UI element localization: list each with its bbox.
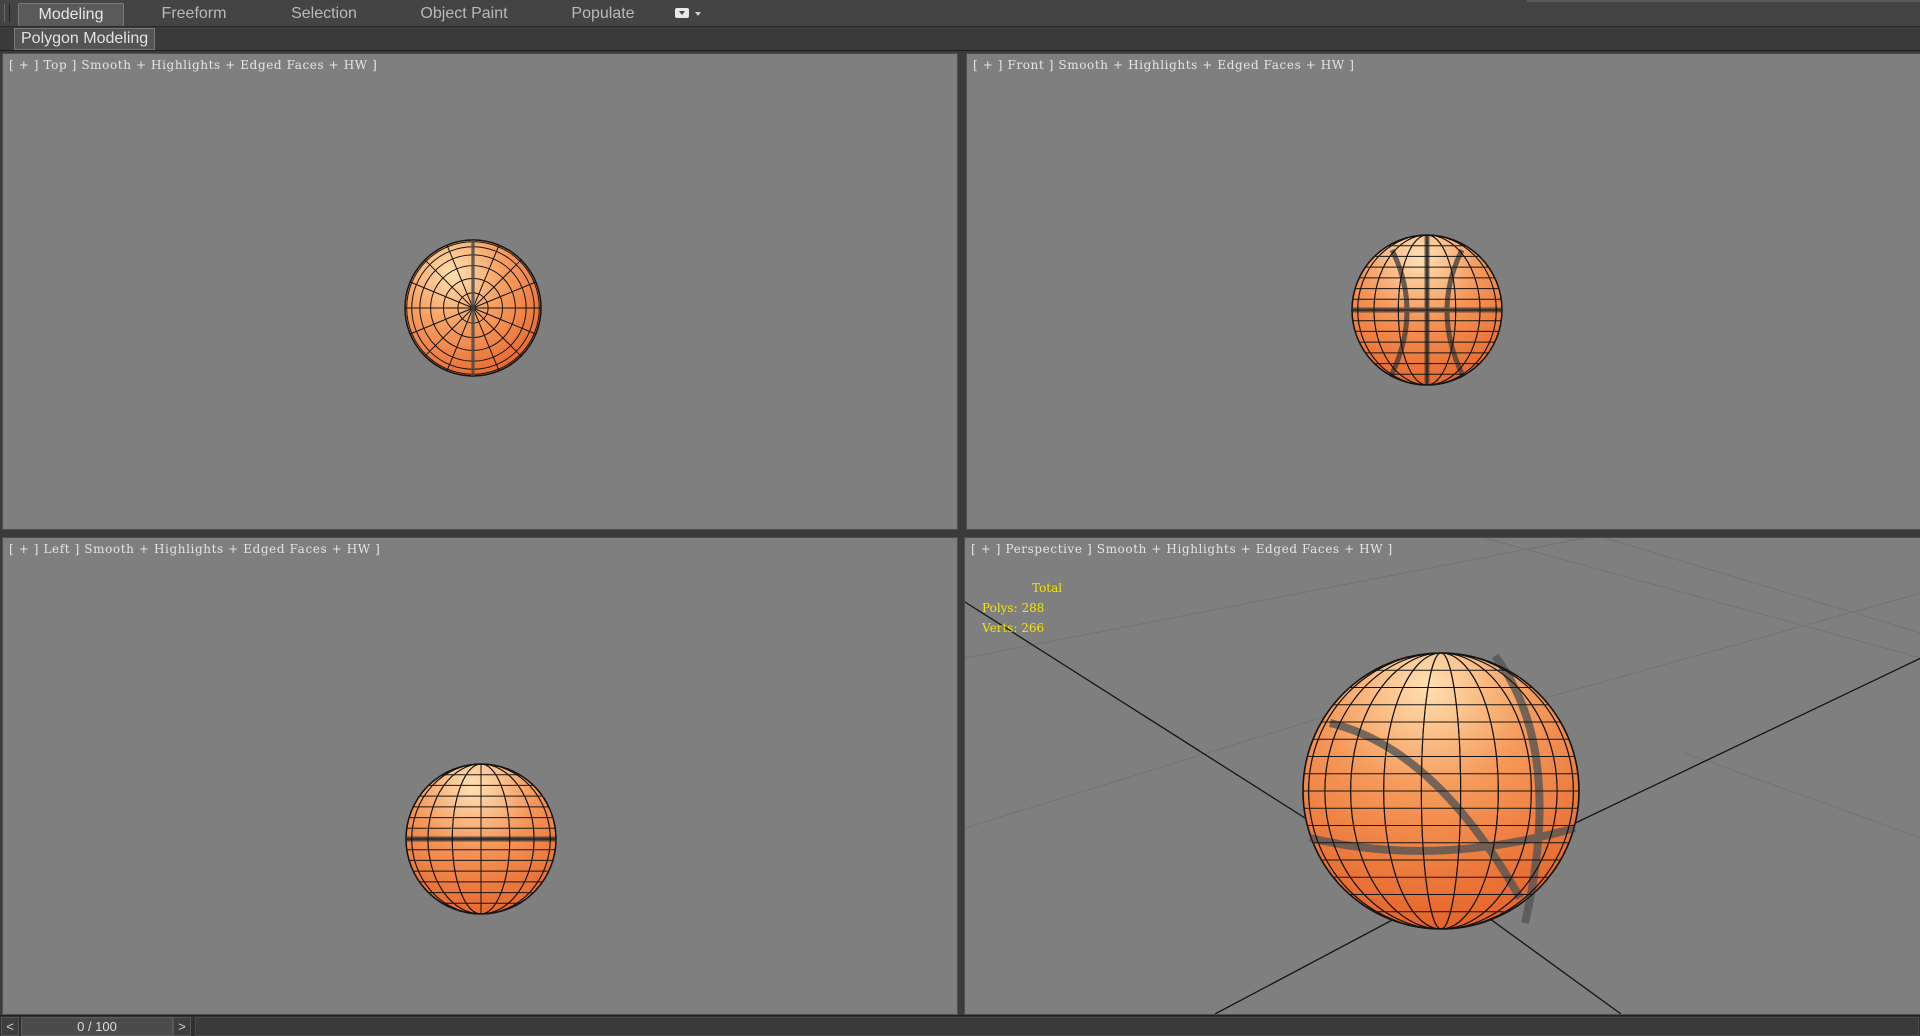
viewport-canvas-front (1351, 234, 1503, 386)
prev-frame-button[interactable]: < (1, 1017, 19, 1036)
tab-freeform[interactable]: Freeform (150, 3, 238, 25)
scene-statistics: Total Polys: 288 Verts: 266 (982, 578, 1062, 638)
tab-object-paint[interactable]: Object Paint (413, 3, 515, 25)
time-slider[interactable]: 0 / 100 (21, 1017, 173, 1036)
frame-counter: 0 / 100 (77, 1019, 117, 1034)
stats-total-label: Total (1032, 581, 1063, 595)
tab-populate[interactable]: Populate (563, 3, 643, 25)
ribbon-panel: Polygon Modeling (0, 27, 1920, 51)
viewport-perspective[interactable]: [ + ] Perspective ] Smooth + Highlights … (964, 537, 1920, 1015)
ribbon-grip-handle[interactable] (4, 4, 10, 22)
time-slider-bar: < 0 / 100 > (0, 1015, 1920, 1036)
wireframe (405, 240, 541, 376)
basketball-left[interactable] (405, 763, 557, 915)
ribbon-divider (1527, 0, 1920, 2)
dropdown-icon (675, 8, 689, 18)
tab-selection[interactable]: Selection (281, 3, 367, 25)
viewport-top[interactable]: [ + ] Top ] Smooth + Highlights + Edged … (2, 53, 958, 530)
tab-modeling[interactable]: Modeling (18, 3, 124, 26)
chevron-down-icon (695, 12, 701, 16)
viewport-left[interactable]: [ + ] Left ] Smooth + Highlights + Edged… (2, 537, 958, 1015)
next-frame-button[interactable]: > (173, 1017, 191, 1036)
viewport-canvas-top (404, 239, 542, 377)
basketball-top[interactable] (404, 239, 542, 377)
viewport-label-perspective[interactable]: [ + ] Perspective ] Smooth + Highlights … (971, 542, 1393, 556)
viewport-canvas-perspective (965, 538, 1920, 1014)
panel-polygon-modeling[interactable]: Polygon Modeling (14, 28, 156, 50)
viewport-front[interactable]: [ + ] Front ] Smooth + Highlights + Edge… (966, 53, 1920, 530)
ribbon-tab-bar: Modeling Freeform Selection Object Paint… (0, 0, 1920, 27)
timeline-track[interactable] (195, 1017, 1919, 1036)
basketball-perspective[interactable] (1302, 652, 1580, 930)
viewport-canvas-left (405, 763, 557, 915)
basketball-front[interactable] (1351, 234, 1503, 386)
ribbon-options-dropdown[interactable] (675, 7, 705, 21)
stats-verts: Verts: 266 (982, 621, 1045, 635)
stats-polys: Polys: 288 (982, 601, 1045, 615)
